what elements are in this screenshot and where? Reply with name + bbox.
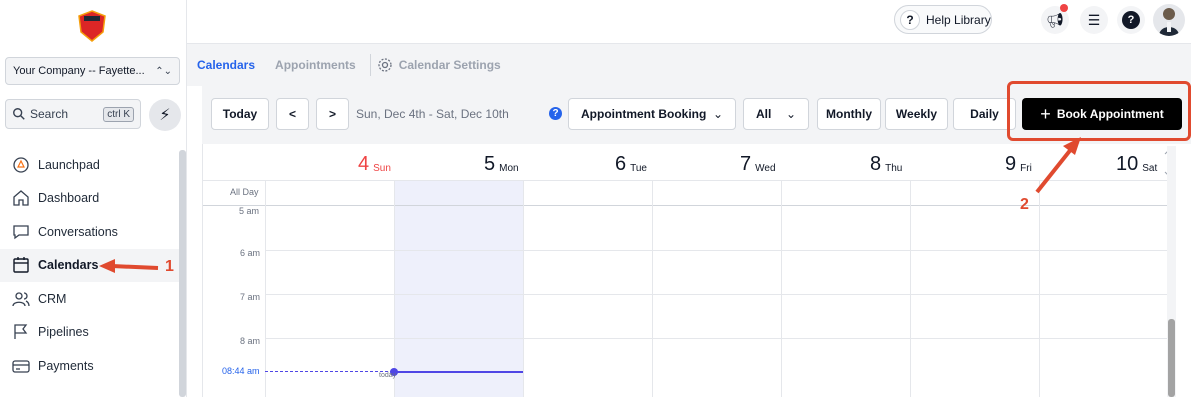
annotation-arrows — [99, 137, 1081, 273]
annotation-highlight — [1007, 81, 1191, 141]
annotation-number: 1 — [165, 258, 174, 275]
annotation-number: 2 — [1020, 196, 1029, 213]
